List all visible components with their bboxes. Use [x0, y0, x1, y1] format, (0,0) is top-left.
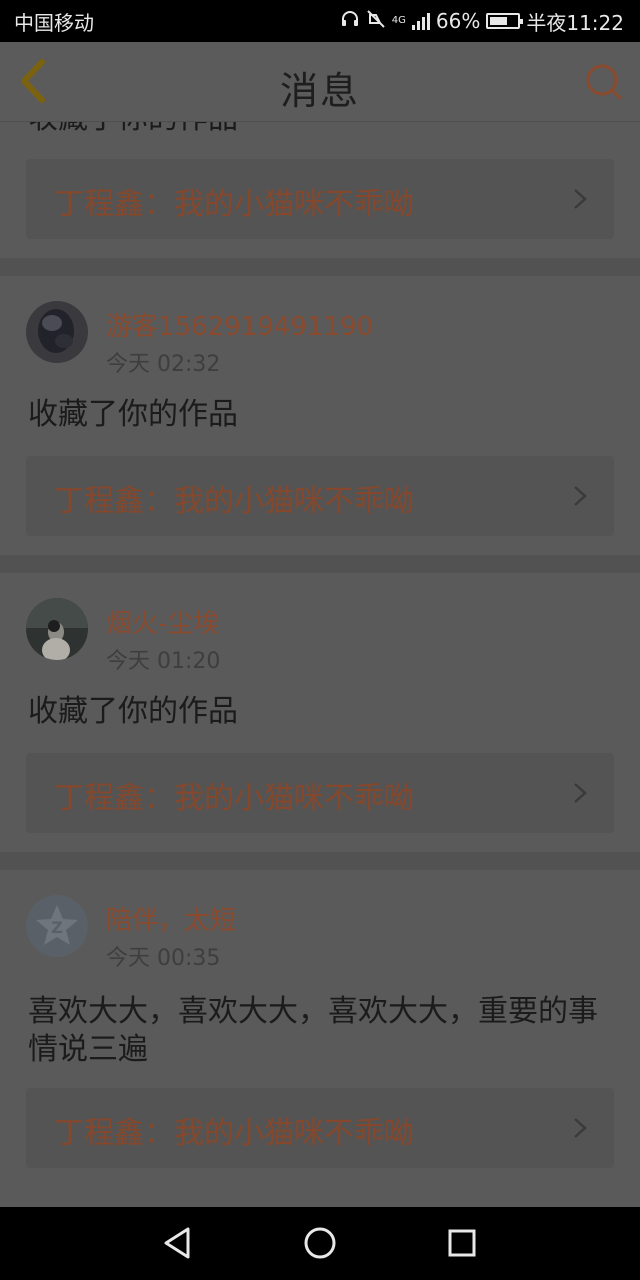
signal-icon	[411, 12, 430, 30]
battery-icon	[486, 13, 524, 29]
work-link[interactable]: 丁程鑫：我的小猫咪不乖呦	[26, 1088, 614, 1168]
work-title: 丁程鑫：我的小猫咪不乖呦	[54, 1116, 414, 1151]
username[interactable]: 烟火-尘埃	[106, 603, 219, 640]
username[interactable]: 陪伴，太短	[106, 900, 236, 937]
qzone-default-avatar-icon: Z	[26, 895, 88, 957]
chevron-right-icon	[574, 783, 587, 803]
message-card-partial: 收藏了你的作品 丁程鑫：我的小猫咪不乖呦	[0, 122, 640, 258]
triangle-back-icon	[164, 1227, 190, 1259]
carrier-label: 中国移动	[14, 10, 94, 35]
work-title: 丁程鑫：我的小猫咪不乖呦	[54, 484, 414, 519]
headset-icon	[340, 9, 360, 34]
message-card[interactable]: Z 陪伴，太短 今天 00:35 喜欢大大，喜欢大大，喜欢大大，重要的事情说三遍…	[0, 870, 640, 1207]
avatar[interactable]: Z	[26, 895, 88, 957]
chevron-right-icon	[574, 1118, 587, 1138]
app-header: 消息	[0, 42, 640, 122]
divider	[0, 258, 640, 276]
work-title: 丁程鑫：我的小猫咪不乖呦	[54, 187, 414, 222]
status-bar: 中国移动 4G 66% 半夜11:22	[0, 0, 640, 42]
search-button[interactable]	[584, 62, 624, 102]
message-text: 喜欢大大，喜欢大大，喜欢大大，重要的事情说三遍	[28, 994, 598, 1067]
avatar[interactable]	[26, 598, 88, 660]
chevron-right-icon	[574, 189, 587, 209]
square-recent-icon	[448, 1229, 476, 1257]
mute-icon	[366, 9, 386, 34]
message-text: 收藏了你的作品	[28, 694, 238, 729]
circle-home-icon	[304, 1227, 336, 1259]
chevron-right-icon	[574, 486, 587, 506]
avatar-image	[26, 301, 88, 363]
nav-home-button[interactable]	[300, 1223, 340, 1263]
timestamp: 今天 02:32	[106, 352, 221, 377]
clock: 半夜11:22	[526, 10, 624, 35]
svg-text:Z: Z	[51, 918, 63, 937]
avatar-image	[26, 598, 88, 660]
avatar[interactable]	[26, 301, 88, 363]
status-icons: 4G 66% 半夜11:22	[340, 7, 624, 36]
search-icon	[586, 64, 622, 100]
message-list[interactable]: 收藏了你的作品 丁程鑫：我的小猫咪不乖呦 游客1562919491190 今天 …	[0, 122, 640, 1207]
divider	[0, 555, 640, 573]
message-text: 收藏了你的作品	[28, 397, 238, 432]
timestamp: 今天 01:20	[106, 649, 221, 674]
nav-recents-button[interactable]	[442, 1223, 482, 1263]
work-link[interactable]: 丁程鑫：我的小猫咪不乖呦	[26, 159, 614, 239]
network-type-label: 4G	[391, 15, 406, 26]
message-text: 收藏了你的作品	[28, 122, 614, 138]
page-title: 消息	[279, 69, 360, 113]
work-title: 丁程鑫：我的小猫咪不乖呦	[54, 781, 414, 816]
nav-back-button[interactable]	[158, 1223, 198, 1263]
divider	[0, 852, 640, 870]
timestamp: 今天 00:35	[106, 946, 221, 971]
message-card[interactable]: 游客1562919491190 今天 02:32 收藏了你的作品 丁程鑫：我的小…	[0, 276, 640, 555]
battery-percent: 66%	[435, 9, 481, 33]
system-nav-bar	[0, 1207, 640, 1280]
work-link[interactable]: 丁程鑫：我的小猫咪不乖呦	[26, 456, 614, 536]
work-link[interactable]: 丁程鑫：我的小猫咪不乖呦	[26, 753, 614, 833]
username[interactable]: 游客1562919491190	[106, 306, 373, 343]
message-card[interactable]: 烟火-尘埃 今天 01:20 收藏了你的作品 丁程鑫：我的小猫咪不乖呦	[0, 573, 640, 852]
